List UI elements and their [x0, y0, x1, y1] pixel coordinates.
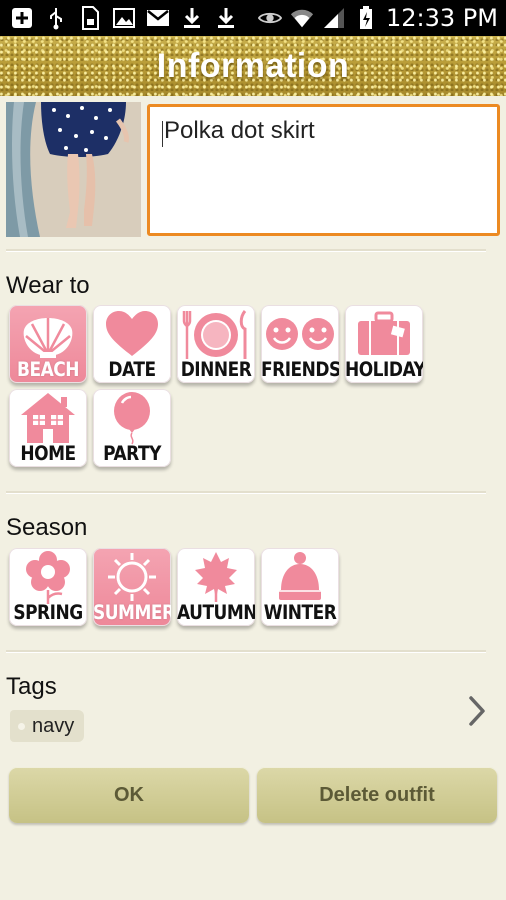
tag-chip[interactable]: navy — [10, 710, 85, 742]
chip-label: SPRING — [13, 601, 83, 625]
wear-to-party-button[interactable]: PARTY — [93, 389, 171, 467]
smiley-faces-icon — [261, 307, 339, 361]
battery-charging-icon — [354, 6, 378, 30]
wear-to-date-button[interactable]: DATE — [93, 305, 171, 383]
chip-label: PARTY — [103, 442, 161, 466]
season-spring-button[interactable]: SPRING — [9, 548, 87, 626]
image-icon — [112, 6, 136, 30]
chip-label: DINNER — [180, 358, 252, 382]
divider — [6, 249, 486, 252]
season-winter-button[interactable]: WINTER — [261, 548, 339, 626]
plate-icon — [177, 307, 255, 361]
ok-button[interactable]: OK — [9, 767, 249, 823]
wear-to-friends-button[interactable]: FRIENDS — [261, 305, 339, 383]
wear-to-dinner-button[interactable]: DINNER — [177, 305, 255, 383]
delete-outfit-button[interactable]: Delete outfit — [257, 767, 497, 823]
divider — [6, 650, 486, 653]
status-bar: 12:33 PM — [0, 0, 506, 36]
tag-label: navy — [32, 714, 75, 737]
season-label: Season — [6, 514, 88, 541]
sun-icon — [93, 550, 171, 604]
season-summer-button[interactable]: SUMMER — [93, 548, 171, 626]
flower-icon — [9, 550, 87, 604]
chip-label: DATE — [108, 358, 156, 382]
tags-label: Tags — [6, 673, 57, 700]
chip-label: FRIENDS — [261, 358, 339, 382]
outfit-name-value: Polka dot skirt — [164, 117, 315, 144]
divider — [6, 491, 486, 494]
app-header: Information — [0, 36, 506, 96]
download-icon — [180, 6, 204, 30]
leaf-icon — [177, 550, 255, 604]
add-icon — [10, 6, 34, 30]
page-title: Information — [156, 46, 350, 85]
chevron-right-icon[interactable] — [466, 694, 490, 728]
chip-label: HOLIDAY — [345, 358, 423, 382]
chip-label: AUTUMN — [177, 601, 255, 625]
eye-icon — [258, 6, 283, 30]
beanie-icon — [261, 550, 339, 604]
wear-to-beach-button[interactable]: BEACH — [9, 305, 87, 383]
wear-to-holiday-button[interactable]: HOLIDAY — [345, 305, 423, 383]
chip-label: WINTER — [263, 601, 337, 625]
tag-hole-icon — [18, 723, 25, 730]
chip-label: HOME — [20, 442, 76, 466]
outfit-photo[interactable] — [6, 102, 141, 237]
signal-icon — [322, 6, 346, 30]
shell-icon — [9, 307, 87, 361]
gmail-icon — [146, 6, 170, 30]
outfit-name-field[interactable]: Polka dot skirt — [147, 104, 500, 236]
wear-to-home-button[interactable]: HOME — [9, 389, 87, 467]
chip-label: BEACH — [17, 358, 79, 382]
balloon-icon — [93, 391, 171, 445]
suitcase-icon — [345, 307, 423, 361]
chip-label: SUMMER — [93, 601, 171, 625]
house-icon — [9, 391, 87, 445]
text-cursor — [162, 120, 163, 147]
download-icon — [214, 6, 238, 30]
wear-to-label: Wear to — [6, 272, 90, 299]
season-autumn-button[interactable]: AUTUMN — [177, 548, 255, 626]
wifi-icon — [290, 6, 314, 30]
heart-icon — [93, 307, 171, 361]
clock: 12:33 PM — [386, 4, 498, 32]
usb-icon — [44, 6, 68, 30]
sd-card-icon — [78, 6, 102, 30]
